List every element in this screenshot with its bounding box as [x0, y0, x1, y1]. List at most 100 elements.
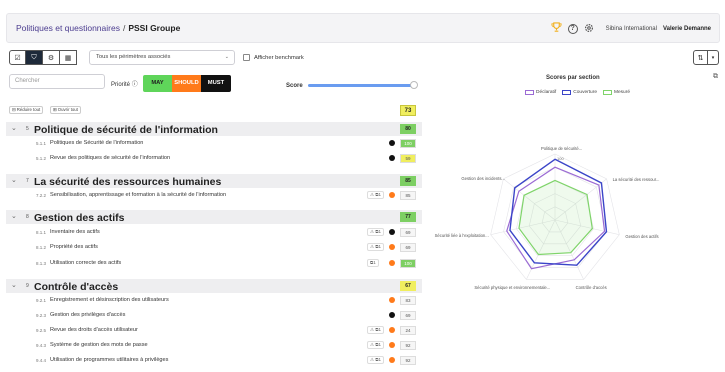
evidence-tag[interactable]: ⚠ ⧉1 [367, 243, 385, 251]
evidence-tag[interactable]: ⚠ ⧉1 [367, 326, 385, 334]
section-header[interactable]: ⌄ 7 La sécurité des ressources humaines 85 [6, 174, 422, 188]
total-score-badge: 73 [400, 105, 416, 116]
radar-axis-label: Sécurité liée à l'exploitation... [434, 232, 489, 238]
user-name[interactable]: Valerie Demanne [663, 26, 711, 32]
sort-menu[interactable]: ⇅ ▾ [693, 50, 719, 65]
trophy-icon[interactable] [551, 22, 562, 35]
control-label: Revue des politiques de sécurité de l'in… [50, 155, 171, 161]
priority-dot [389, 140, 395, 146]
legend-label: Couverture [573, 90, 597, 95]
control-row[interactable]: 9.2.5 Revue des droits d'accès utilisateu… [6, 324, 422, 337]
control-row[interactable]: 5.1.1 Politiques de Sécurité de l'informa… [6, 137, 422, 150]
section-number: 7 [26, 178, 29, 184]
priority-dot [389, 342, 395, 348]
section-title: Contrôle d'accès [34, 280, 119, 293]
control-score: 92 [400, 356, 416, 365]
open-all-button[interactable]: ⊞ Ouvrir tout [50, 106, 81, 114]
evidence-tag[interactable]: ⚠ ⧉1 [367, 356, 385, 364]
radar-axis-label: La sécurité des ressour... [612, 176, 660, 182]
section-number: 9 [26, 283, 29, 289]
chevron-down-icon[interactable]: ⌄ [11, 212, 17, 220]
priority-should-button[interactable]: SHOULD [172, 75, 201, 92]
radar-max-label: 100 [557, 156, 564, 161]
legend-swatch [562, 90, 572, 95]
priority-label-text: Priorité [111, 82, 131, 88]
control-row[interactable]: 8.1.2 Propriété des actifs ⚠ ⧉1 69 [6, 241, 422, 254]
radar-axis-label: Gestion des actifs [625, 233, 659, 239]
help-icon[interactable]: ? [567, 23, 578, 34]
priority-may-button[interactable]: MAY [143, 75, 172, 92]
settings-icon[interactable] [584, 23, 594, 35]
section-header[interactable]: ⌄ 9 Contrôle d'accès 67 [6, 279, 422, 293]
chevron-down-icon[interactable]: ⌄ [11, 124, 17, 132]
view-toolbar: ☑ ⛉ ⚙ ▦ Tous les périmètres associés ⌄ Af… [9, 50, 304, 65]
control-code: 7.2.2 [36, 193, 47, 198]
chevron-down-icon[interactable]: ⌄ [11, 281, 17, 289]
priority-dot [389, 192, 395, 198]
control-row[interactable]: 9.4.3 Système de gestion des mots de pass… [6, 339, 422, 352]
priority-must-button[interactable]: MUST [201, 75, 231, 92]
reduce-all-button[interactable]: ⊟ Réduire tout [9, 106, 44, 114]
legend-swatch [525, 90, 534, 95]
score-slider-handle[interactable] [410, 81, 418, 89]
benchmark-checkbox[interactable] [243, 54, 250, 61]
control-row[interactable]: 9.2.3 Gestion des privilèges d'accès 69 [6, 309, 422, 322]
section-score-badge: 67 [400, 281, 416, 291]
chevron-down-icon[interactable]: ▾ [708, 50, 719, 65]
chevron-down-icon[interactable]: ⌄ [11, 176, 17, 184]
radar-series-2[interactable] [518, 179, 593, 256]
evidence-tag[interactable]: ⚠ ⧉1 [367, 191, 385, 199]
info-icon: ⓘ [131, 82, 138, 88]
perimeter-select[interactable]: Tous les périmètres associés ⌄ [89, 50, 235, 65]
control-score: 92 [400, 341, 416, 350]
radar-title: Scores par section [546, 75, 600, 81]
legend-item-mesure[interactable]: Mesuré [603, 90, 630, 95]
control-label: Politiques de Sécurité de l'information [50, 140, 144, 146]
breadcrumb: Politiques et questionnaires / PSSI Groupe [16, 23, 180, 33]
evidence-tag[interactable]: ⧉1 [367, 259, 379, 267]
grid-icon: ▦ [64, 54, 72, 62]
control-code: 9.2.5 [36, 328, 47, 333]
control-label: Système de gestion des mots de passe [50, 342, 148, 348]
control-row[interactable]: 9.4.4 Utilisation de programmes utilitair… [6, 354, 422, 367]
control-code: 9.4.3 [36, 343, 47, 348]
control-score: 100 [400, 139, 416, 148]
control-row[interactable]: 9.2.1 Enregistrement et désinscription de… [6, 294, 422, 307]
control-label: Utilisation correcte des actifs [50, 260, 122, 266]
external-link-icon[interactable]: ⧉ [713, 73, 718, 81]
control-label: Gestion des privilèges d'accès [50, 312, 126, 318]
control-row[interactable]: 7.2.2 Sensibilisation, apprentissage et f… [6, 189, 422, 202]
control-row[interactable]: 8.1.3 Utilisation correcte des actifs ⧉1 10… [6, 257, 422, 270]
section-header[interactable]: ⌄ 8 Gestion des actifs 77 [6, 210, 422, 224]
priority-dot [389, 327, 395, 333]
checklist-view-button[interactable]: ☑ [9, 50, 26, 65]
radar-axis-label: Politique de sécurité... [541, 146, 583, 151]
evidence-tag[interactable]: ⚠ ⧉1 [367, 341, 385, 349]
control-code: 9.2.3 [36, 313, 47, 318]
control-label: Inventaire des actifs [50, 229, 100, 235]
control-label: Propriété des actifs [50, 244, 98, 250]
control-score: 24 [400, 326, 416, 335]
perimeter-select-value: Tous les périmètres associés [96, 54, 171, 60]
settings-view-button[interactable]: ⚙ [43, 50, 60, 65]
section-header[interactable]: ⌄ 5 Politique de sécurité de l'information… [6, 122, 422, 136]
sort-icon[interactable]: ⇅ [693, 50, 708, 65]
score-slider[interactable] [308, 81, 418, 89]
legend-item-declaratif[interactable]: Déclaratif [525, 90, 556, 95]
section-number: 8 [26, 214, 29, 220]
breadcrumb-separator: / [122, 23, 126, 33]
shield-view-button[interactable]: ⛉ [26, 50, 43, 65]
control-score: 69 [400, 243, 416, 252]
open-all-label: Ouvrir tout [57, 107, 78, 112]
priority-dot [389, 229, 395, 235]
evidence-tag[interactable]: ⚠ ⧉1 [367, 228, 385, 236]
breadcrumb-parent-link[interactable]: Politiques et questionnaires [16, 23, 120, 33]
gears-icon: ⚙ [47, 54, 55, 62]
control-row[interactable]: 8.1.1 Inventaire des actifs ⚠ ⧉1 69 [6, 226, 422, 239]
score-label: Score [286, 83, 303, 89]
organization-name[interactable]: Sibina International [606, 26, 657, 32]
search-input[interactable]: Chercher [9, 74, 105, 89]
legend-item-couverture[interactable]: Couverture [562, 90, 597, 95]
table-view-button[interactable]: ▦ [60, 50, 77, 65]
control-row[interactable]: 5.1.2 Revue des politiques de sécurité de… [6, 152, 422, 165]
